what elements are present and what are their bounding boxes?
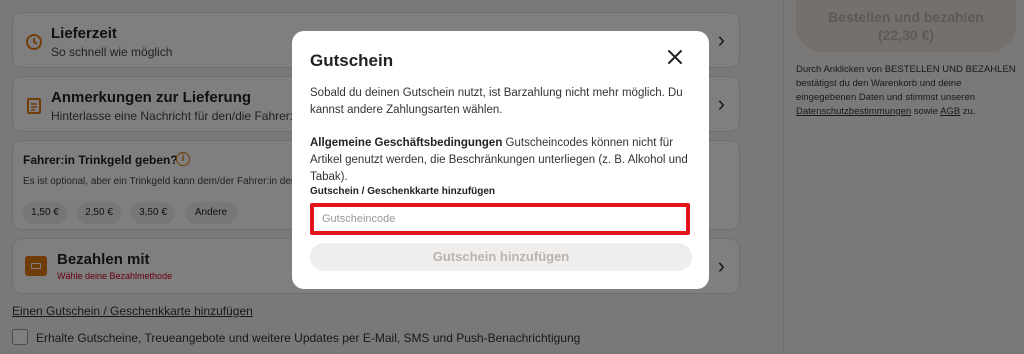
voucher-dialog: Gutschein Sobald du deinen Gutschein nut…	[292, 31, 709, 289]
voucher-terms: Allgemeine Geschäftsbedingungen Gutschei…	[310, 135, 690, 186]
voucher-field-label: Gutschein / Geschenkkarte hinzufügen	[310, 186, 496, 197]
add-voucher-button[interactable]: Gutschein hinzufügen	[310, 243, 692, 271]
dialog-title: Gutschein	[310, 51, 394, 70]
close-icon[interactable]	[663, 45, 687, 69]
cash-payment-info: Sobald du deinen Gutschein nutzt, ist Ba…	[310, 87, 683, 116]
voucher-code-input[interactable]	[310, 203, 690, 235]
terms-heading: Allgemeine Geschäftsbedingungen	[310, 137, 503, 149]
